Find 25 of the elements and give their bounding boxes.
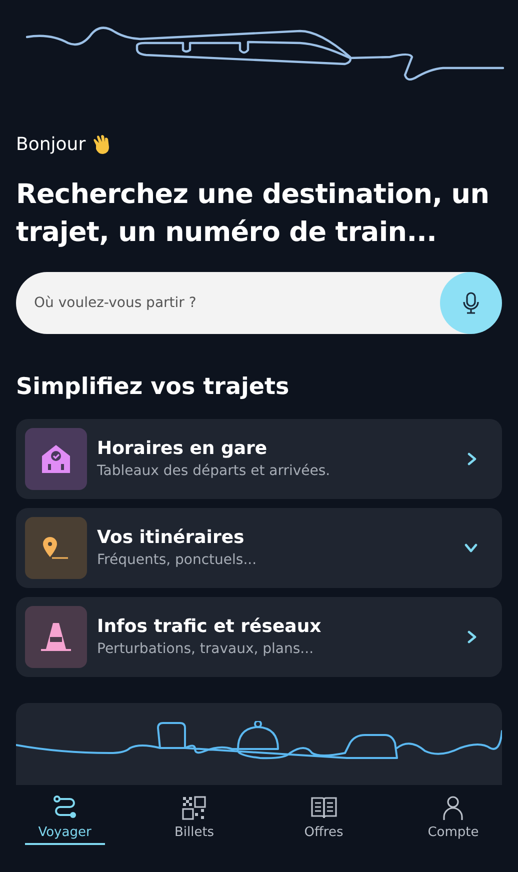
card-subtitle: Perturbations, travaux, plans... — [97, 640, 315, 658]
chevron-right-icon — [466, 630, 478, 644]
headline: Recherchez une destination, un trajet, un numéro de train... — [15, 178, 490, 250]
greeting: Bonjour — [16, 133, 86, 157]
card-subtitle: Tableaux des départs et arrivées. — [97, 462, 332, 480]
section-title: Simplifiez vos trajets — [15, 373, 290, 402]
card-title: Infos trafic et réseaux — [97, 614, 322, 638]
card-title: Horaires en gare — [97, 436, 268, 460]
open-book-icon — [310, 794, 338, 820]
shortcut-card[interactable]: Horaires en gare Tableaux des départs et arrivées. — [16, 418, 502, 498]
card-title: Vos itinéraires — [97, 526, 246, 550]
nav-tab[interactable]: Compte — [413, 794, 494, 845]
microphone-icon — [462, 291, 480, 315]
card-subtitle: Fréquents, ponctuels... — [97, 550, 258, 570]
shortcut-card[interactable]: Infos trafic et réseaux Perturbations, travaux, plans... — [16, 596, 502, 676]
route-icon — [52, 794, 78, 820]
nav-tab[interactable]: Billets — [154, 794, 234, 845]
shortcut-card[interactable]: Vos itinéraires Fréquents, ponctuels... — [16, 508, 502, 588]
nav-tab[interactable]: Voyager — [24, 794, 105, 845]
user-icon — [442, 794, 464, 820]
nav-tab[interactable]: Offres — [284, 794, 364, 845]
qr-code-icon — [181, 794, 208, 820]
chevron-right-icon — [466, 452, 478, 466]
search-field[interactable]: Où voulez-vous partir ? — [16, 272, 440, 334]
chevron-down-icon — [464, 542, 478, 554]
